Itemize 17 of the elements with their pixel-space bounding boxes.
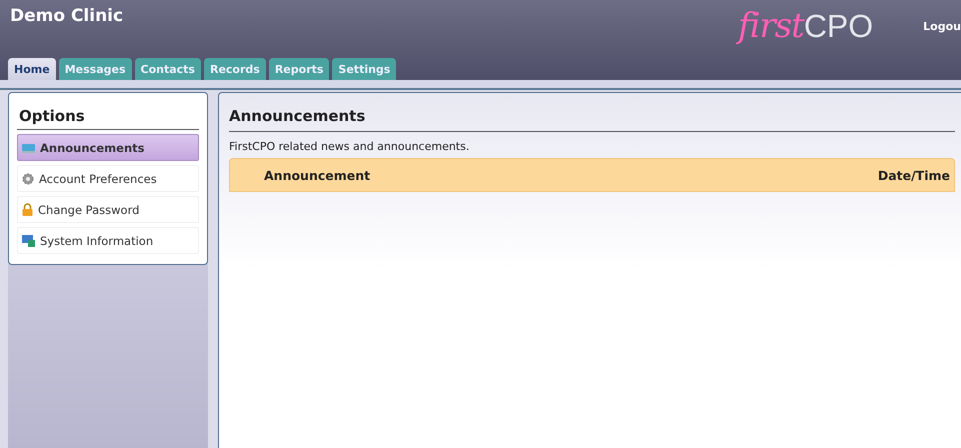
options-heading: Options bbox=[17, 101, 199, 130]
monitor-icon bbox=[22, 142, 35, 152]
computer-icon bbox=[22, 234, 35, 246]
lock-icon bbox=[22, 203, 33, 216]
sidebar-item[interactable]: Change Password bbox=[17, 196, 199, 223]
page-heading: Announcements bbox=[229, 101, 955, 132]
logout-link[interactable]: Logou bbox=[923, 20, 961, 33]
sidebar-item[interactable]: System Information bbox=[17, 227, 199, 254]
sidebar-item[interactable]: Account Preferences bbox=[17, 165, 199, 192]
nav-tab[interactable]: Home bbox=[8, 58, 56, 80]
sidebar-item[interactable]: Announcements bbox=[17, 134, 199, 161]
page-description: FirstCPO related news and announcements. bbox=[229, 139, 470, 155]
column-header: Date/Time bbox=[878, 168, 950, 183]
logo: firstCPO bbox=[738, 6, 874, 46]
column-header: Announcement bbox=[264, 168, 370, 183]
clinic-title: Demo Clinic bbox=[10, 6, 124, 26]
gear-icon bbox=[22, 172, 34, 184]
